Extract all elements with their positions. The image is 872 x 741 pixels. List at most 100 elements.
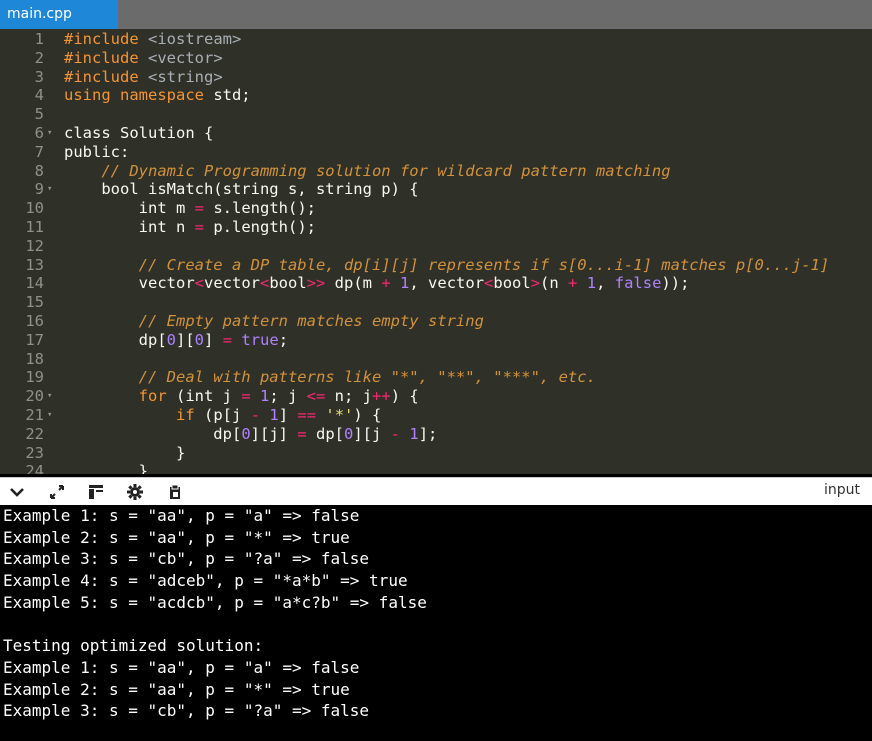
code-text: } — [64, 462, 148, 474]
code-token: ] — [278, 406, 298, 424]
code-text: if (p[j - 1] == '*') { — [64, 406, 381, 425]
code-token: // Deal with patterns like "*", "**", "*… — [138, 368, 596, 387]
code-token: // Empty pattern matches empty string — [138, 312, 484, 330]
code-line[interactable]: 1 #include <iostream> — [0, 30, 872, 49]
code-token: 0 — [166, 330, 176, 349]
code-line[interactable]: 21 ▾ if (p[j - 1] == '*') { — [0, 406, 872, 425]
code-token: ]; — [418, 424, 438, 443]
line-number: 4 — [34, 86, 44, 105]
code-line[interactable]: 14 vector<vector<bool>> dp(m + 1, vector… — [0, 274, 872, 293]
code-token: ) { — [390, 387, 419, 406]
code-line[interactable]: 17 dp[0][0] = true; — [0, 331, 872, 350]
console-toolbar: input — [0, 477, 872, 505]
code-token: dp[ — [64, 424, 242, 443]
code-token: #include — [64, 30, 148, 48]
code-token: using namespace — [64, 86, 204, 105]
code-line[interactable]: 15 — [0, 293, 872, 312]
code-token: (int j — [166, 387, 242, 406]
code-token: if — [175, 406, 195, 424]
code-token: = — [222, 330, 233, 349]
code-line[interactable]: 3 #include <string> — [0, 68, 872, 87]
code-token: true — [241, 330, 279, 349]
code-line[interactable]: 22 dp[0][j] = dp[0][j - 1]; — [0, 425, 872, 444]
line-number: 11 — [25, 218, 44, 236]
gear-icon[interactable] — [126, 483, 144, 501]
code-line[interactable]: 11 int n = p.length(); — [0, 218, 872, 237]
code-token: ][j — [353, 424, 391, 443]
code-line[interactable]: 10 int m = s.length(); — [0, 199, 872, 218]
code-line[interactable]: 6 ▾ class Solution { — [0, 124, 872, 143]
code-text: bool isMatch(string s, string p) { — [64, 180, 418, 199]
code-token: 0 — [344, 424, 354, 443]
tab-main-cpp[interactable]: main.cpp — [0, 0, 118, 29]
layout-icon[interactable] — [87, 483, 105, 501]
code-token: '*' — [325, 406, 354, 424]
code-token: #include — [64, 67, 148, 86]
console-line: Example 3: s = "cb", p = "?a" => false — [3, 549, 370, 569]
code-token: = — [194, 199, 204, 218]
code-token: = — [194, 218, 204, 236]
code-line[interactable]: 13 // Create a DP table, dp[i][j] repres… — [0, 256, 872, 275]
code-token: ] — [204, 330, 223, 349]
fold-arrow-icon[interactable]: ▾ — [47, 124, 52, 143]
line-number: 7 — [34, 142, 44, 161]
input-toggle[interactable]: input — [824, 482, 860, 498]
line-number: 14 — [25, 274, 44, 293]
code-token: bool — [493, 274, 531, 293]
code-token: <vector> — [148, 48, 223, 67]
code-line[interactable]: 12 — [0, 237, 872, 256]
console-line: Example 1: s = "aa", p = "a" => false — [3, 506, 360, 525]
fold-arrow-icon[interactable]: ▾ — [47, 406, 52, 425]
code-text: } — [64, 444, 185, 463]
code-line[interactable]: 19 // Deal with patterns like "*", "**",… — [0, 368, 872, 387]
code-line[interactable]: 2 #include <vector> — [0, 49, 872, 68]
clipboard-icon[interactable] — [166, 483, 184, 501]
code-token: + — [568, 274, 578, 293]
code-line[interactable]: 23 } — [0, 444, 872, 463]
code-line[interactable]: 20 ▾ for (int j = 1; j <= n; j++) { — [0, 387, 872, 406]
line-number: 22 — [25, 424, 44, 443]
tab-bar: main.cpp — [0, 0, 872, 29]
code-line[interactable]: 24 } — [0, 462, 872, 474]
code-token: false — [614, 274, 662, 293]
code-token: >> — [306, 274, 326, 293]
code-token: 1 — [400, 274, 410, 293]
line-number: 10 — [25, 199, 44, 218]
console-line: Example 1: s = "aa", p = "a" => false — [3, 657, 360, 677]
console-line: Example 2: s = "aa", p = "*" => true — [3, 679, 350, 699]
code-token: ; — [278, 330, 289, 349]
fold-arrow-icon[interactable]: ▾ — [47, 180, 52, 199]
code-line[interactable]: 7 public: — [0, 143, 872, 162]
code-text: int m = s.length(); — [64, 199, 316, 218]
code-token: ; j — [269, 387, 307, 406]
line-number: 8 — [34, 161, 44, 180]
code-token: , — [596, 274, 615, 293]
code-line[interactable]: 5 — [0, 105, 872, 124]
code-line[interactable]: 4 using namespace std; — [0, 86, 872, 105]
code-text: // Dynamic Programming solution for wild… — [64, 161, 671, 181]
line-number: 24 — [25, 462, 44, 474]
code-line[interactable]: 9 ▾ bool isMatch(string s, string p) { — [0, 180, 872, 199]
code-token: <= — [306, 387, 326, 406]
chevron-down-icon[interactable] — [8, 483, 26, 501]
code-token: int n — [64, 218, 195, 236]
code-editor[interactable]: 1 #include <iostream> 2 #include <vector> 3 #… — [0, 29, 872, 474]
code-line[interactable]: 16 // Empty pattern matches empty string — [0, 312, 872, 331]
expand-icon[interactable] — [48, 483, 66, 501]
code-text: // Deal with patterns like "*", "**", "*… — [64, 368, 596, 387]
fold-arrow-icon[interactable]: ▾ — [47, 387, 52, 406]
code-text: #include <vector> — [64, 49, 223, 68]
code-token: + — [381, 274, 391, 293]
code-token: vector — [204, 274, 260, 293]
code-token: < — [484, 274, 494, 293]
code-token: (p[j — [194, 406, 251, 424]
code-text: for (int j = 1; j <= n; j++) { — [64, 387, 419, 406]
code-line[interactable]: 18 — [0, 350, 872, 369]
code-token: // Dynamic Programming solution for wild… — [101, 161, 671, 180]
code-token: < — [194, 274, 204, 293]
code-line[interactable]: 8 // Dynamic Programming solution for wi… — [0, 162, 872, 181]
